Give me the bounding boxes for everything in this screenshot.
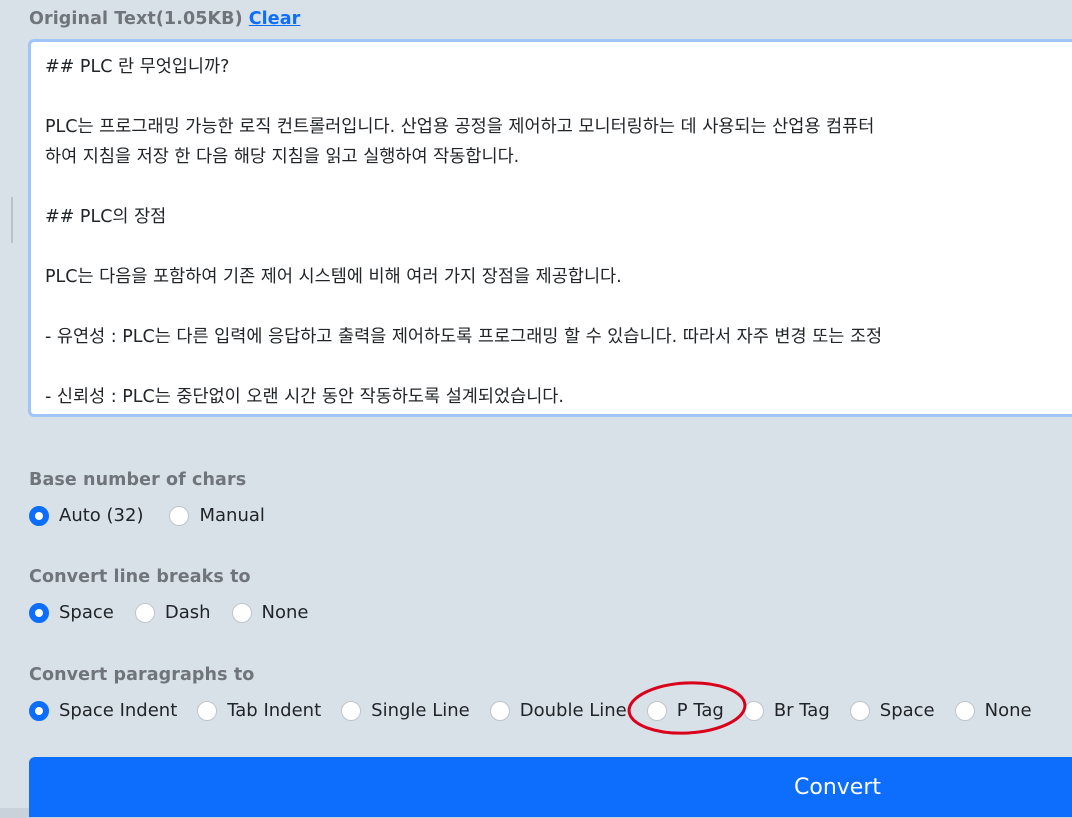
line-breaks-label: Convert line breaks to [29,567,251,587]
radio-p-tab-indent-circle[interactable] [197,700,218,721]
radio-manual-label: Manual [199,505,265,526]
radio-p-space-indent[interactable]: Space Indent [29,700,177,721]
radio-manual-circle[interactable] [169,505,190,526]
paragraphs-radio-group: Space Indent Tab Indent Single Line Doub… [29,700,1049,721]
radio-lb-space[interactable]: Space [29,602,114,623]
radio-p-none-label: None [984,700,1032,721]
radio-auto[interactable]: Auto (32) [29,505,143,526]
radio-p-single-line-circle[interactable] [341,700,362,721]
radio-lb-space-label: Space [59,602,114,623]
radio-p-space-indent-circle[interactable] [29,700,49,721]
radio-auto-label: Auto (32) [59,505,144,526]
resize-grip[interactable] [11,197,13,243]
radio-p-single-line[interactable]: Single Line [341,700,470,721]
original-text-area[interactable]: ## PLC 란 무엇입니까? PLC는 프로그래밍 가능한 로직 컨트롤러입니… [28,39,1072,417]
radio-p-none[interactable]: None [954,700,1032,721]
base-chars-radio-group: Auto (32) Manual [29,505,282,526]
radio-p-p-tag-label: P Tag [676,700,724,721]
radio-p-double-line[interactable]: Double Line [489,700,627,721]
radio-p-tab-indent[interactable]: Tab Indent [197,700,321,721]
radio-p-space-indent-label: Space Indent [59,700,178,721]
radio-p-br-tag-label: Br Tag [773,700,830,721]
radio-p-space-label: Space [879,700,935,721]
radio-lb-dash-circle[interactable] [134,602,155,623]
radio-p-space[interactable]: Space [849,700,935,721]
paragraphs-label: Convert paragraphs to [29,665,255,685]
original-text-label: Original Text(1.05KB) [29,9,243,29]
radio-p-single-line-label: Single Line [371,700,470,721]
radio-lb-dash-label: Dash [164,602,211,623]
convert-button[interactable]: Convert [29,757,1072,817]
radio-lb-none-label: None [261,602,309,623]
radio-p-double-line-label: Double Line [519,700,627,721]
convert-button-label: Convert [794,774,881,800]
radio-lb-dash[interactable]: Dash [134,602,211,623]
radio-p-double-line-circle[interactable] [489,700,510,721]
radio-p-space-circle[interactable] [849,700,870,721]
radio-p-br-tag-circle[interactable] [743,700,764,721]
radio-lb-none-circle[interactable] [231,602,252,623]
original-text-header: Original Text(1.05KB) Clear [29,9,300,29]
base-chars-label: Base number of chars [29,470,247,490]
radio-p-tab-indent-label: Tab Indent [227,700,322,721]
radio-p-none-circle[interactable] [954,700,975,721]
line-breaks-radio-group: Space Dash None [29,602,326,623]
radio-p-p-tag[interactable]: P Tag [646,700,724,721]
radio-p-br-tag[interactable]: Br Tag [743,700,830,721]
radio-auto-circle[interactable] [29,505,49,526]
radio-lb-none[interactable]: None [231,602,309,623]
radio-manual[interactable]: Manual [169,505,265,526]
radio-lb-space-circle[interactable] [29,602,49,623]
radio-p-p-tag-circle[interactable] [646,700,667,721]
clear-link[interactable]: Clear [249,9,301,29]
